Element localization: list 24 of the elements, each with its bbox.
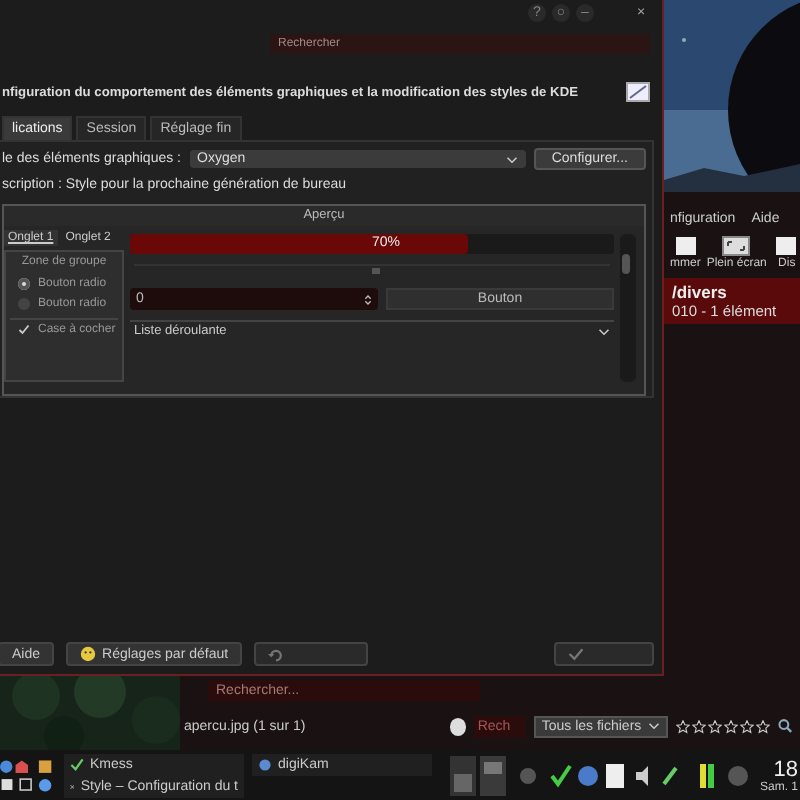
chevron-down-icon (598, 327, 610, 335)
scrollbar[interactable] (620, 234, 636, 382)
desktop-pager[interactable] (447, 753, 508, 797)
circle-icon (449, 717, 466, 735)
globe-icon (258, 757, 272, 771)
chevron-down-icon (647, 722, 660, 730)
up-down-arrows-icon (364, 293, 372, 305)
clock-time: 18 (773, 757, 798, 781)
smiley-icon (80, 646, 97, 662)
check-icon (568, 646, 584, 662)
square-icon (772, 236, 800, 256)
undo-icon (268, 646, 285, 662)
search-icon[interactable] (777, 718, 792, 734)
chevron-down-icon (505, 155, 518, 163)
launcher-icons-drawing[interactable] (0, 755, 56, 795)
fullscreen-icon (722, 236, 751, 256)
rating-stars[interactable] (675, 719, 770, 733)
square-icon (671, 236, 700, 256)
slider-track[interactable] (134, 264, 610, 278)
slider-handle[interactable] (372, 268, 380, 274)
style-icon (626, 82, 650, 102)
album-title: /divers (672, 282, 729, 302)
check-icon (70, 757, 84, 771)
checkmark-icon (18, 324, 30, 336)
